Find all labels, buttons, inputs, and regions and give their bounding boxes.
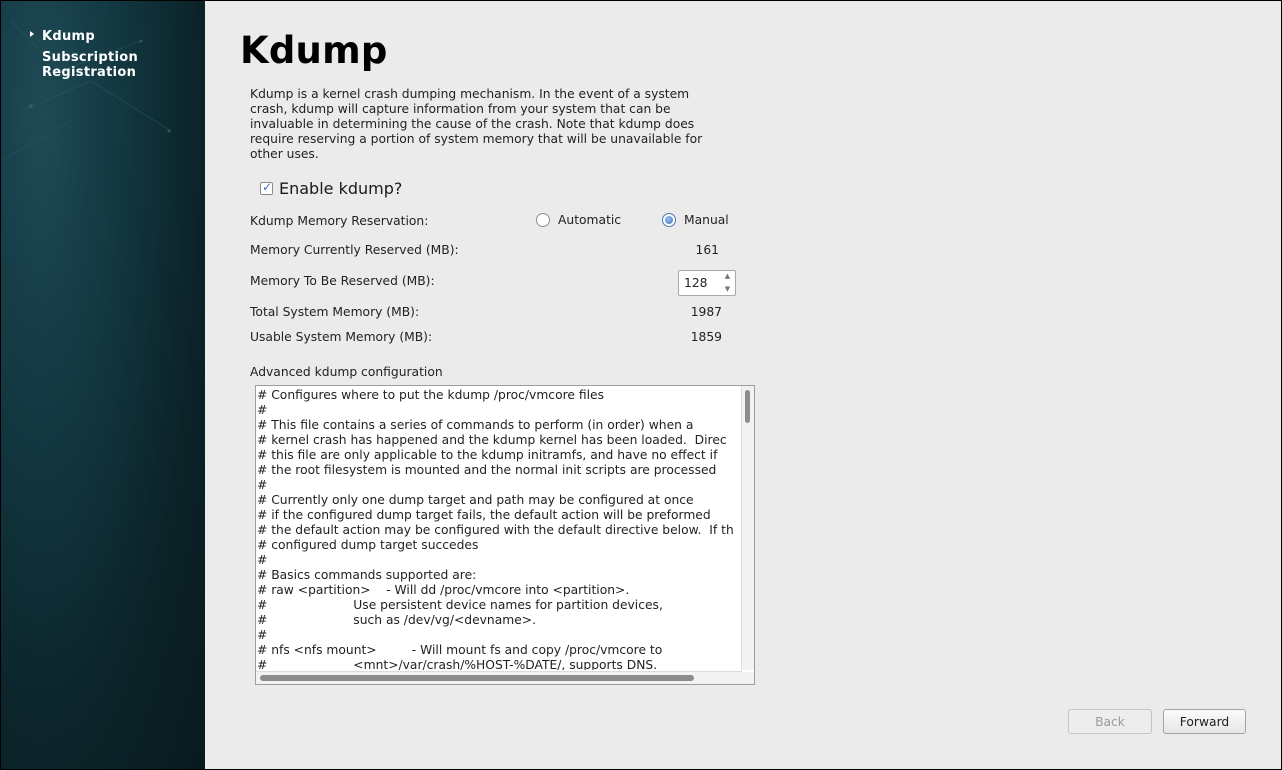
back-button[interactable]: Back xyxy=(1068,709,1152,734)
config-line: # xyxy=(257,403,268,417)
radio-automatic-circle[interactable] xyxy=(536,213,550,227)
memory-reserve-spinbutton[interactable]: 128 ▲ ▼ xyxy=(678,270,736,296)
config-line: # raw <partition> - Will dd /proc/vmcore… xyxy=(257,583,630,597)
main-content: Kdump Kdump is a kernel crash dumping me… xyxy=(205,1,1281,769)
usable-memory-label: Usable System Memory (MB): xyxy=(250,330,433,344)
enable-kdump-checkbox[interactable]: ✓ Enable kdump? xyxy=(260,178,403,198)
config-line: # kernel crash has happened and the kdum… xyxy=(257,433,727,447)
scroll-corner xyxy=(742,672,754,684)
advanced-config-textarea[interactable]: # Configures where to put the kdump /pro… xyxy=(255,385,755,685)
usable-memory-value: 1859 xyxy=(690,330,722,344)
page-title: Kdump xyxy=(240,29,388,72)
horizontal-scroll-thumb[interactable] xyxy=(260,675,694,681)
spin-down-icon[interactable]: ▼ xyxy=(722,284,733,295)
total-memory-label: Total System Memory (MB): xyxy=(250,305,420,319)
config-line: # xyxy=(257,478,268,492)
sidebar-item-subscription-line2: Registration xyxy=(42,65,137,80)
radio-manual-circle[interactable] xyxy=(662,213,676,227)
advanced-config-label: Advanced kdump configuration xyxy=(250,365,443,379)
config-line: # This file contains a series of command… xyxy=(257,418,694,432)
radio-manual-label: Manual xyxy=(684,213,729,227)
config-line: # xyxy=(257,553,268,567)
checkbox-box[interactable]: ✓ xyxy=(260,179,273,195)
config-line: # the default action may be configured w… xyxy=(257,523,734,537)
enable-kdump-label: Enable kdump? xyxy=(279,178,403,198)
config-line: # <mnt>/var/crash/%HOST-%DATE/, supports… xyxy=(257,658,658,670)
sidebar-item-subscription[interactable]: Subscription Registration xyxy=(42,50,138,80)
forward-button[interactable]: Forward xyxy=(1163,709,1246,734)
config-line: # Use persistent device names for partit… xyxy=(257,598,663,612)
checkmark-icon: ✓ xyxy=(262,179,273,194)
config-line: # such as /dev/vg/<devname>. xyxy=(257,613,537,627)
sidebar-decoration xyxy=(1,20,172,162)
current-reserved-value: 161 xyxy=(695,243,719,257)
config-line: # the root filesystem is mounted and the… xyxy=(257,463,717,477)
config-line: # if the configured dump target fails, t… xyxy=(257,508,711,522)
active-arrow-icon xyxy=(30,31,34,37)
radio-automatic[interactable]: Automatic xyxy=(536,213,621,227)
config-text[interactable]: # Configures where to put the kdump /pro… xyxy=(257,387,741,670)
vertical-scrollbar[interactable] xyxy=(741,386,754,670)
horizontal-scrollbar[interactable] xyxy=(256,671,742,684)
radio-manual[interactable]: Manual xyxy=(662,213,729,227)
config-line: # this file are only applicable to the k… xyxy=(257,448,718,462)
sidebar: Kdump Subscription Registration xyxy=(1,1,205,769)
memory-reserve-input[interactable]: 128 xyxy=(684,276,707,290)
config-line: # configured dump target succedes xyxy=(257,538,479,552)
spin-up-icon[interactable]: ▲ xyxy=(722,271,733,282)
config-line: # Basics commands supported are: xyxy=(257,568,477,582)
radio-automatic-label: Automatic xyxy=(558,213,622,227)
radio-selected-dot xyxy=(665,216,673,224)
to-reserve-label: Memory To Be Reserved (MB): xyxy=(250,274,435,288)
current-reserved-label: Memory Currently Reserved (MB): xyxy=(250,243,459,257)
config-line: # Configures where to put the kdump /pro… xyxy=(257,388,604,402)
firstboot-window: Kdump Subscription Registration Kdump Kd… xyxy=(1,1,1281,769)
page-description: Kdump is a kernel crash dumping mechanis… xyxy=(250,87,703,161)
config-line: # xyxy=(257,628,268,642)
sidebar-item-subscription-line1: Subscription xyxy=(42,50,138,65)
reservation-label: Kdump Memory Reservation: xyxy=(250,214,429,228)
total-memory-value: 1987 xyxy=(690,305,722,319)
vertical-scroll-thumb[interactable] xyxy=(745,390,750,423)
sidebar-item-kdump[interactable]: Kdump xyxy=(42,29,95,44)
config-line: # nfs <nfs mount> - Will mount fs and co… xyxy=(257,643,663,657)
config-line: # Currently only one dump target and pat… xyxy=(257,493,694,507)
